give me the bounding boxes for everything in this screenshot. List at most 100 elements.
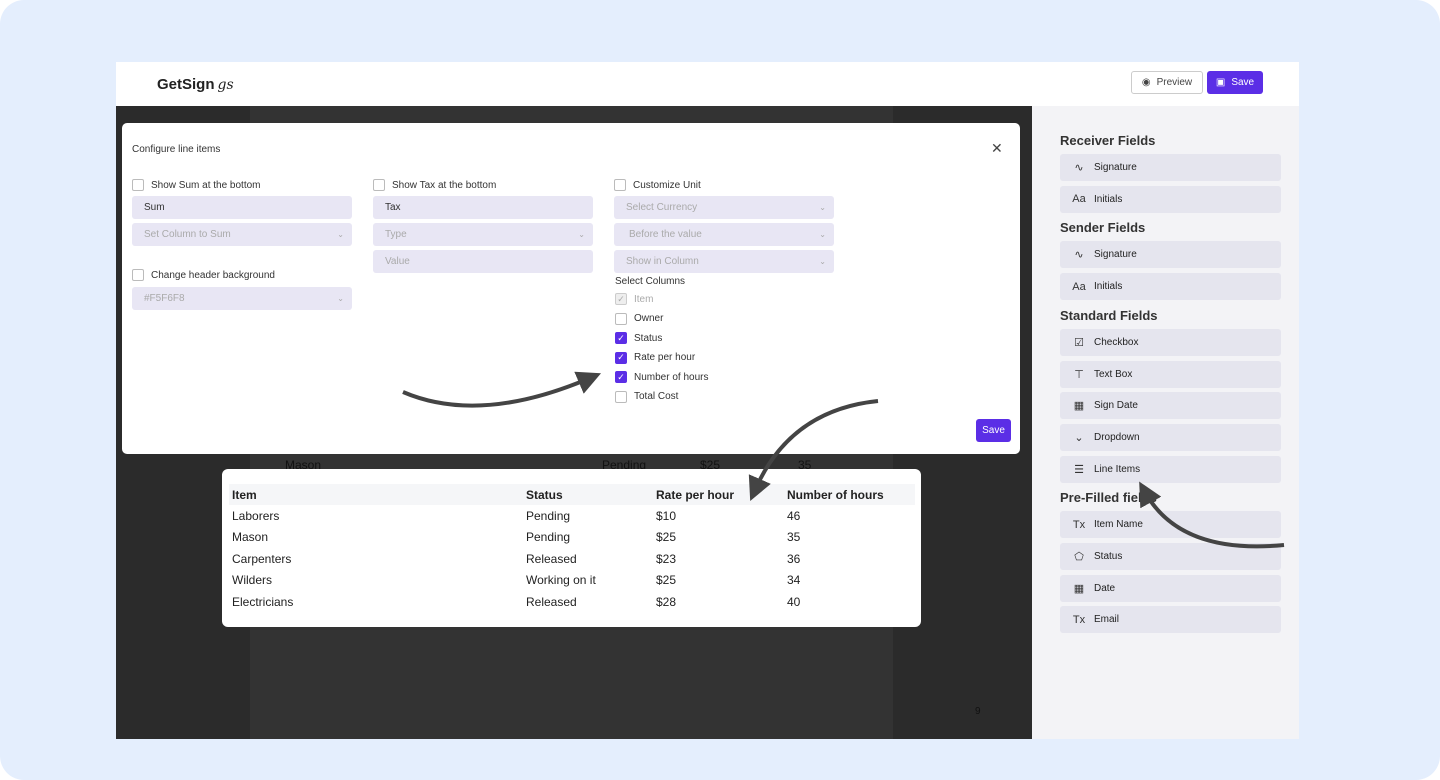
checkbox-icon <box>615 390 627 403</box>
checkbox-icon: ✓ <box>615 371 627 383</box>
currency-select[interactable]: Select Currency ⌄ <box>614 196 834 219</box>
chevron-down-icon: ⌄ <box>819 230 826 239</box>
field-text-box[interactable]: ⊤ Text Box <box>1060 360 1281 388</box>
column-header: Rate per hour <box>653 484 784 505</box>
signature-icon: ∿ <box>1074 162 1084 174</box>
text-format-icon: Tx <box>1072 613 1086 626</box>
field-date[interactable]: ▦ Date <box>1060 574 1281 602</box>
table-cell: Released <box>526 594 577 609</box>
save-button[interactable]: ▣ Save <box>1207 71 1263 94</box>
field-status[interactable]: ⬠ Status <box>1060 543 1281 570</box>
table-cell: Laborers <box>232 508 280 523</box>
table-cell: 36 <box>787 551 801 566</box>
table-row: Laborers Pending $10 46 <box>229 505 915 527</box>
table-cell: 46 <box>787 508 801 523</box>
field-sign-date[interactable]: ▦ Sign Date <box>1060 392 1281 420</box>
chevron-down-icon: ⌄ <box>337 230 344 239</box>
unit-column-select[interactable]: Show in Column ⌄ <box>614 250 834 273</box>
section-title: Standard Fields <box>1060 307 1158 323</box>
initials-icon: Aa <box>1072 193 1086 206</box>
column-checkbox-rate-per-hour[interactable]: ✓ Rate per hour <box>615 351 695 364</box>
table-cell: Wilders <box>232 573 273 588</box>
column-checkbox-number-of-hours[interactable]: ✓ Number of hours <box>615 371 708 383</box>
field-initials[interactable]: Aa Initials <box>1060 185 1281 213</box>
tax-label-input[interactable]: Tax <box>373 196 593 219</box>
table-cell: $25 <box>656 573 677 588</box>
save-icon: ▣ <box>1215 77 1226 88</box>
table-cell: 35 <box>787 530 801 545</box>
table-header-row: Item Status Rate per hour Number of hour… <box>229 484 915 505</box>
table-cell: $25 <box>656 530 677 545</box>
header-background-select[interactable]: #F5F6F8 ⌄ <box>132 287 352 310</box>
customize-unit-checkbox[interactable]: Customize Unit <box>614 179 701 191</box>
table-cell: $28 <box>656 594 677 609</box>
table-row: Mason Pending $25 35 <box>229 527 915 549</box>
column-checkbox-owner[interactable]: Owner <box>615 312 663 325</box>
calendar-icon: ▦ <box>1073 400 1085 413</box>
initials-icon: Aa <box>1072 280 1086 293</box>
dropdown-icon: ⌄ <box>1074 431 1084 444</box>
modal-save-button[interactable]: Save <box>976 419 1011 442</box>
field-signature[interactable]: ∿ Signature <box>1060 241 1281 269</box>
line-items-table: Item Status Rate per hour Number of hour… <box>229 484 915 613</box>
chevron-down-icon: ⌄ <box>578 230 585 239</box>
sum-column-select[interactable]: Set Column to Sum ⌄ <box>132 223 352 246</box>
table-cell: Released <box>526 551 577 566</box>
checkbox-icon: ✓ <box>615 293 627 305</box>
column-checkbox-item[interactable]: ✓ Item <box>615 293 653 305</box>
table-cell: Carpenters <box>232 551 292 566</box>
column-header: Item <box>229 484 523 505</box>
configure-line-items-modal: Configure line items ✕ Show Sum at the b… <box>122 123 1020 454</box>
tax-type-select[interactable]: Type ⌄ <box>373 223 593 246</box>
chevron-down-icon: ⌄ <box>819 203 826 212</box>
column-header: Status <box>523 484 653 505</box>
table-row: Carpenters Released $23 36 <box>229 548 915 570</box>
tag-icon: ⬠ <box>1074 551 1084 563</box>
chevron-down-icon: ⌄ <box>819 257 826 266</box>
close-icon[interactable]: ✕ <box>991 140 1003 157</box>
column-checkbox-status[interactable]: ✓ Status <box>615 332 662 344</box>
checkbox-icon <box>615 312 627 325</box>
field-dropdown[interactable]: ⌄ Dropdown <box>1060 423 1281 451</box>
table-cell: Pending <box>526 508 571 523</box>
field-signature[interactable]: ∿ Signature <box>1060 154 1281 181</box>
field-initials[interactable]: Aa Initials <box>1060 273 1281 301</box>
table-row: Wilders Working on it $25 34 <box>229 570 915 592</box>
modal-title: Configure line items <box>132 144 221 155</box>
unit-position-select[interactable]: Before the value ⌄ <box>614 223 834 246</box>
section-title: Pre-Filled fields <box>1060 490 1157 506</box>
signature-icon: ∿ <box>1074 249 1084 262</box>
field-item-name[interactable]: Tx Item Name <box>1060 511 1281 539</box>
column-checkbox-total-cost[interactable]: Total Cost <box>615 390 678 403</box>
logo: GetSign gs <box>157 76 234 93</box>
list-icon: ☰ <box>1074 463 1084 476</box>
header-background-checkbox[interactable]: Change header background <box>132 269 275 281</box>
chevron-down-icon: ⌄ <box>337 294 344 303</box>
checkbox-icon: ☑ <box>1074 336 1084 349</box>
sum-label-input[interactable]: Sum <box>132 196 352 219</box>
table-cell: Pending <box>526 530 571 545</box>
line-items-table-preview: Item Status Rate per hour Number of hour… <box>222 469 921 627</box>
table-cell: $23 <box>656 551 677 566</box>
table-cell: Electricians <box>232 594 294 609</box>
eye-icon: ◉ <box>1141 77 1151 88</box>
textbox-icon: ⊤ <box>1074 368 1084 381</box>
checkbox-icon: ✓ <box>615 332 627 344</box>
select-columns-label: Select Columns <box>615 276 686 287</box>
table-cell: 34 <box>787 573 801 588</box>
header: GetSign gs ◉ Preview ▣ Save <box>116 62 1299 106</box>
section-title: Receiver Fields <box>1060 133 1156 148</box>
calendar-icon: ▦ <box>1073 582 1085 595</box>
table-row: Electricians Released $28 40 <box>229 591 915 613</box>
show-tax-checkbox[interactable]: Show Tax at the bottom <box>373 179 496 191</box>
field-line-items[interactable]: ☰ Line Items <box>1060 455 1281 483</box>
tax-value-input[interactable]: Value <box>373 250 593 273</box>
text-format-icon: Tx <box>1072 518 1086 531</box>
field-checkbox[interactable]: ☑ Checkbox <box>1060 328 1281 356</box>
preview-button[interactable]: ◉ Preview <box>1131 71 1203 94</box>
field-email[interactable]: Tx Email <box>1060 606 1281 634</box>
page-number: 9 <box>975 706 981 717</box>
table-cell: Mason <box>232 530 269 545</box>
show-sum-checkbox[interactable]: Show Sum at the bottom <box>132 179 261 191</box>
section-title: Sender Fields <box>1060 220 1146 236</box>
